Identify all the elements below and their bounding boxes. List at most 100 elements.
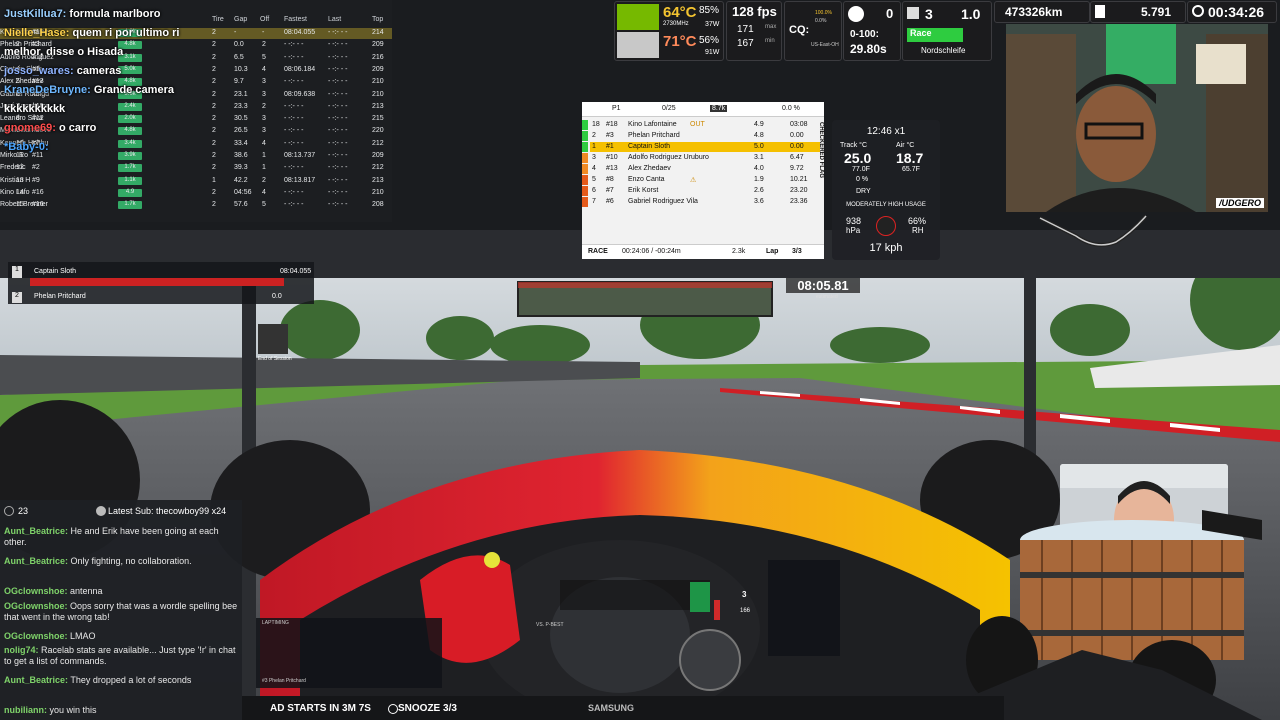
standings-fastest: - -:- - - [284, 53, 304, 61]
standings-top-speed: 214 [372, 29, 384, 36]
chat-message: OGclownshoe: Oops sorry that was a wordl… [4, 601, 238, 623]
standings-offtracks: 5 [262, 201, 266, 209]
standings-top-speed: 210 [372, 78, 384, 86]
chat-username[interactable]: nubiliann: [4, 705, 47, 715]
tower-gap: 03:08 [790, 121, 808, 128]
chat-overlay-user: Nielle_Hase: [4, 27, 70, 39]
chat-username[interactable]: OGclownshoe: [4, 586, 68, 596]
tower-pos: 2 [592, 132, 596, 139]
standings-top-speed: 220 [372, 127, 384, 135]
fps-max: 171 [737, 24, 754, 35]
sub-star-icon [96, 506, 106, 516]
tower-race-label: RACE [588, 248, 608, 255]
rain-chance: 0 % [856, 176, 869, 183]
standings-gap: 42.2 [234, 176, 248, 184]
gpu-power: 37W [705, 21, 720, 28]
track-temp-label: Track °C [840, 142, 868, 149]
end-of-session-label: End of Session [258, 356, 292, 362]
pressure-unit: hPa [846, 226, 861, 235]
tower-car-number: #13 [606, 165, 618, 172]
standings-top-speed: 213 [372, 102, 384, 110]
tower-class-bar [582, 142, 588, 152]
tower-row: 7 #6 Gabriel Rodriguez Vila 3.6 23.36 [582, 197, 820, 207]
chat-text: antenna [67, 586, 103, 596]
standings-last: - -:- - - [328, 78, 348, 86]
standings-top-speed: 212 [372, 164, 384, 172]
standings-fastest: - -:- - - [284, 41, 304, 49]
track-temp-f: 77.0F [852, 166, 870, 173]
tower-class-bar [582, 186, 588, 196]
chat-username[interactable]: OGclownshoe: [4, 601, 68, 611]
relative-sector-bar [30, 278, 284, 286]
chat-overlay-line: melhor, disse o Hisada [4, 46, 123, 58]
tower-gap: 0.00 [790, 143, 804, 150]
relative-time-2: 0.0 [272, 293, 282, 300]
session-type: Race [907, 28, 963, 42]
chat-username[interactable]: Aunt_Beatrice: [4, 556, 68, 566]
tower-pos: 4 [592, 165, 596, 172]
standings-top-speed: 210 [372, 90, 384, 98]
tower-lap-label: Lap [766, 248, 779, 255]
standings-last: - -:- - - [328, 139, 348, 147]
header-top: Top [372, 16, 384, 23]
chat-username[interactable]: nolig74: [4, 645, 39, 655]
tower-row: 4 #13 Alex Zhedaev 4.0 9.72 [582, 164, 820, 174]
gear-indicator: 3 [742, 590, 747, 599]
chat-message: Aunt_Beatrice: They dropped a lot of sec… [4, 675, 238, 686]
standings-last: - -:- - - [328, 201, 348, 209]
connection-quality-panel: CQ: 100.0% 0.0% US-East-OH [784, 1, 842, 61]
chat-overlay-user: JustKillua7: [4, 8, 67, 20]
tower-class-bar [582, 120, 588, 130]
tower-car-number: #8 [606, 176, 614, 183]
chat-username[interactable]: Aunt_Beatrice: [4, 675, 68, 685]
standings-top-speed: 208 [372, 201, 384, 209]
tower-license: 4.9 [754, 121, 764, 128]
standings-driver: Robert Brenner [0, 201, 48, 209]
standings-fastest: - -:- - - [284, 115, 304, 123]
weather-time: 12:46 x1 [866, 126, 906, 137]
tower-driver: Kino Lafontaine [628, 121, 677, 128]
snooze-button[interactable]: SNOOZE 3/3 [398, 703, 457, 714]
track-condition: DRY [856, 188, 871, 195]
speed-value: 0 [886, 6, 894, 21]
dash-driver: #3 Phelan Pritchard [262, 678, 306, 684]
tower-row: 5 #8 Enzo Canta ⚠ 1.9 10.21 [582, 175, 820, 185]
gpu-cpu-panel: 64°C 85% 2730MHz 37W 71°C 56% 91W [614, 1, 724, 61]
tower-gap: 0.00 [790, 132, 804, 139]
nvidia-logo-icon [617, 4, 659, 30]
gpu-temp: 64°C [663, 4, 697, 21]
tower-tag: OUT [690, 121, 705, 128]
standings-row: 14 #16 Kino Lafo 4.9 2 04:56 4- -:- - -- -:- -… [0, 188, 392, 199]
cq-value-2: 0.0% [815, 18, 827, 24]
hot-tub-car-graphic [962, 510, 1262, 720]
chat-username[interactable]: Aunt_Beatrice: [4, 526, 68, 536]
relative-pos-2: 2 [12, 292, 22, 303]
fps-max-label: max [765, 24, 777, 30]
standings-fastest: - -:- - - [284, 127, 304, 135]
standings-last: - -:- - - [328, 164, 348, 172]
fps-min: 167 [737, 38, 754, 49]
humidity: 66% [908, 216, 927, 226]
cq-label: CQ: [789, 24, 810, 36]
stream-chat[interactable]: 23 Latest Sub: thecowboy99 x24 Aunt_Beat… [0, 500, 242, 720]
standings-fastest: - -:- - - [284, 188, 304, 196]
rating-value: 1.0 [961, 6, 981, 22]
latest-sub: Latest Sub: thecowboy99 x24 [108, 506, 227, 516]
fps-panel: 128 fps 171 167 max min [726, 1, 782, 61]
viewer-count: 23 [18, 506, 29, 516]
chat-username[interactable]: OGclownshoe: [4, 631, 68, 641]
tower-license: 4.0 [754, 165, 764, 172]
track-map [1039, 214, 1148, 247]
distance-panel: 473326km [994, 1, 1090, 23]
track-temp: 25.0 [844, 150, 872, 166]
chat-text: Only fighting, no collaboration. [68, 556, 192, 566]
fuel-value: 5.791 [1141, 5, 1172, 19]
tower-row: 3 #10 Adolfo Rodriguez Uruburo 3.1 6.47 [582, 153, 820, 163]
tower-car-number: #18 [606, 121, 618, 128]
standings-offtracks: 2 [262, 176, 266, 184]
distance-value: 473326km [1005, 5, 1063, 19]
standings-tire: 2 [212, 188, 216, 196]
chat-overlay: JustKillua7: formula marlboro Nielle_Hase… [0, 8, 240, 168]
header-fastest: Fastest [284, 16, 307, 23]
tower-car-number: #7 [606, 187, 614, 194]
